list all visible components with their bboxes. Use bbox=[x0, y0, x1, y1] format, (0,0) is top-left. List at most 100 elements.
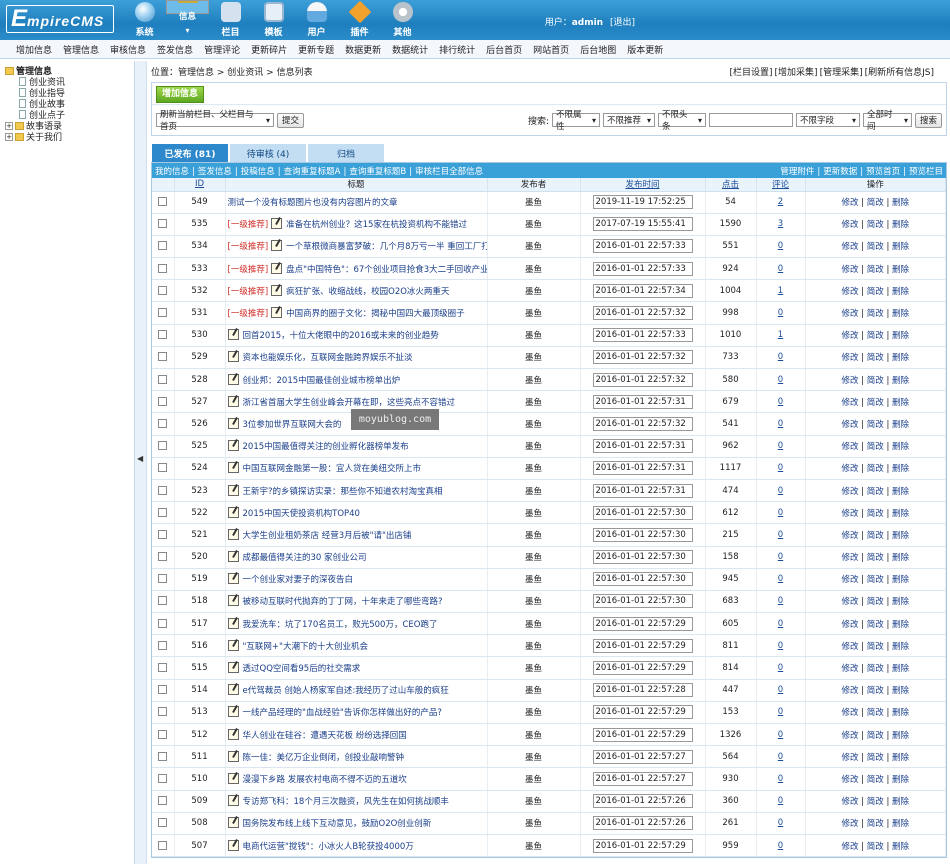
edit-note-icon[interactable] bbox=[227, 373, 239, 385]
op-2[interactable]: 删除 bbox=[892, 442, 909, 452]
edit-note-icon[interactable] bbox=[227, 484, 239, 496]
subnav-item[interactable]: 排行统计 bbox=[439, 43, 475, 56]
subnav-item[interactable]: 数据更新 bbox=[345, 43, 381, 56]
row-title[interactable]: "互联网+"大潮下的十大创业机会 bbox=[243, 642, 368, 652]
edit-note-icon[interactable] bbox=[227, 395, 239, 407]
op-2[interactable]: 删除 bbox=[892, 464, 909, 474]
op-0[interactable]: 修改 bbox=[841, 620, 858, 630]
crumb-link[interactable]: [管理采集] bbox=[820, 68, 863, 78]
recommend-tag[interactable]: [一级推荐] bbox=[228, 220, 269, 230]
row-time-input[interactable]: 2016-01-01 22:57:30 bbox=[592, 550, 693, 565]
op-0[interactable]: 修改 bbox=[841, 198, 858, 208]
collapse-arrow-icon[interactable]: ◀ bbox=[137, 454, 143, 463]
row-checkbox[interactable] bbox=[158, 707, 168, 717]
col-hits[interactable]: 点击 bbox=[705, 178, 757, 192]
op-2[interactable]: 删除 bbox=[892, 331, 909, 341]
op-2[interactable]: 删除 bbox=[892, 198, 909, 208]
edit-note-icon[interactable] bbox=[227, 684, 239, 696]
tree-folder[interactable]: + 关于我们 bbox=[5, 131, 134, 143]
row-comments-link[interactable]: 0 bbox=[778, 774, 783, 784]
op-2[interactable]: 删除 bbox=[892, 708, 909, 718]
op-0[interactable]: 修改 bbox=[841, 309, 858, 319]
op-0[interactable]: 修改 bbox=[841, 531, 858, 541]
op-2[interactable]: 删除 bbox=[892, 242, 909, 252]
row-comments-link[interactable]: 1 bbox=[778, 330, 783, 340]
row-title[interactable]: 国务院发布线上线下互动意见，鼓励O2O创业创新 bbox=[243, 819, 432, 829]
tab-0[interactable]: 已发布 (81) bbox=[152, 144, 228, 162]
op-1[interactable]: 简改 bbox=[867, 842, 884, 852]
edit-note-icon[interactable] bbox=[227, 351, 239, 363]
op-1[interactable]: 简改 bbox=[867, 597, 884, 607]
edit-note-icon[interactable] bbox=[227, 617, 239, 629]
subnav-item[interactable]: 后台地图 bbox=[580, 43, 616, 56]
subnav-item[interactable]: 数据统计 bbox=[392, 43, 428, 56]
edit-note-icon[interactable] bbox=[227, 551, 239, 563]
op-0[interactable]: 修改 bbox=[841, 509, 858, 519]
op-2[interactable]: 删除 bbox=[892, 531, 909, 541]
subnav-item[interactable]: 审核信息 bbox=[110, 43, 146, 56]
recommend-tag[interactable]: [一级推荐] bbox=[228, 265, 269, 275]
row-checkbox[interactable] bbox=[158, 418, 168, 428]
quick-link[interactable]: 管理附件 bbox=[780, 167, 814, 177]
sidebar-splitter[interactable]: ◀ bbox=[135, 61, 147, 864]
row-checkbox[interactable] bbox=[158, 618, 168, 628]
crumb-link[interactable]: [刷新所有信息JS] bbox=[865, 68, 934, 78]
module-3[interactable]: 模板 bbox=[252, 0, 295, 40]
row-time-input[interactable]: 2016-01-01 22:57:30 bbox=[592, 527, 693, 542]
op-0[interactable]: 修改 bbox=[841, 331, 858, 341]
op-1[interactable]: 简改 bbox=[867, 686, 884, 696]
quick-link[interactable]: 查询重复标题A bbox=[284, 167, 341, 177]
row-title[interactable]: 中国商界的圈子文化：揭秘中国四大最顶级圈子 bbox=[286, 309, 465, 319]
row-comments-link[interactable]: 0 bbox=[778, 441, 783, 451]
tree-item[interactable]: 创业故事 bbox=[5, 98, 134, 110]
op-0[interactable]: 修改 bbox=[841, 376, 858, 386]
op-0[interactable]: 修改 bbox=[841, 686, 858, 696]
row-comments-link[interactable]: 0 bbox=[778, 619, 783, 629]
op-0[interactable]: 修改 bbox=[841, 420, 858, 430]
row-checkbox[interactable] bbox=[158, 374, 168, 384]
field-select[interactable]: 不限字段 bbox=[795, 113, 860, 127]
op-1[interactable]: 简改 bbox=[867, 509, 884, 519]
op-2[interactable]: 删除 bbox=[892, 597, 909, 607]
op-2[interactable]: 删除 bbox=[892, 376, 909, 386]
module-2[interactable]: 栏目 bbox=[209, 0, 252, 40]
edit-note-icon[interactable] bbox=[227, 462, 239, 474]
op-2[interactable]: 删除 bbox=[892, 509, 909, 519]
row-comments-link[interactable]: 0 bbox=[778, 552, 783, 562]
op-1[interactable]: 简改 bbox=[867, 620, 884, 630]
module-6[interactable]: 其他 bbox=[381, 0, 424, 40]
op-2[interactable]: 删除 bbox=[892, 686, 909, 696]
row-title[interactable]: 疯狂扩张、收缩战线，校园O2O冰火两重天 bbox=[286, 287, 449, 297]
row-title[interactable]: 资本也能娱乐化，互联网金融跨界娱乐不扯淡 bbox=[243, 353, 413, 363]
op-2[interactable]: 删除 bbox=[892, 398, 909, 408]
op-2[interactable]: 删除 bbox=[892, 731, 909, 741]
row-checkbox[interactable] bbox=[158, 285, 168, 295]
op-2[interactable]: 删除 bbox=[892, 287, 909, 297]
crumb-link[interactable]: [增加采集] bbox=[775, 68, 818, 78]
row-checkbox[interactable] bbox=[158, 640, 168, 650]
row-checkbox[interactable] bbox=[158, 396, 168, 406]
row-comments-link[interactable]: 0 bbox=[778, 508, 783, 518]
recommend-tag[interactable]: [一级推荐] bbox=[228, 242, 269, 252]
row-checkbox[interactable] bbox=[158, 529, 168, 539]
row-checkbox[interactable] bbox=[158, 352, 168, 362]
row-time-input[interactable]: 2016-01-01 22:57:32 bbox=[592, 416, 693, 431]
row-title[interactable]: 透过QQ空间看95后的社交需求 bbox=[243, 664, 361, 674]
op-1[interactable]: 简改 bbox=[867, 575, 884, 585]
row-comments-link[interactable]: 0 bbox=[778, 241, 783, 251]
op-2[interactable]: 删除 bbox=[892, 353, 909, 363]
op-2[interactable]: 删除 bbox=[892, 664, 909, 674]
subnav-item[interactable]: 更新碎片 bbox=[251, 43, 287, 56]
op-1[interactable]: 简改 bbox=[867, 398, 884, 408]
row-comments-link[interactable]: 0 bbox=[778, 663, 783, 673]
crumb-link[interactable]: [栏目设置] bbox=[730, 68, 773, 78]
op-0[interactable]: 修改 bbox=[841, 442, 858, 452]
row-time-input[interactable]: 2016-01-01 22:57:28 bbox=[592, 683, 693, 698]
row-title[interactable]: 一线产品经理的"血战经验"告诉你怎样做出好的产品? bbox=[243, 708, 442, 718]
op-0[interactable]: 修改 bbox=[841, 731, 858, 741]
tree-item[interactable]: 创业点子 bbox=[5, 109, 134, 121]
row-time-input[interactable]: 2017-07-19 15:55:41 bbox=[592, 217, 693, 232]
row-checkbox[interactable] bbox=[158, 308, 168, 318]
op-0[interactable]: 修改 bbox=[841, 487, 858, 497]
submit-button[interactable]: 提交 bbox=[277, 112, 305, 128]
